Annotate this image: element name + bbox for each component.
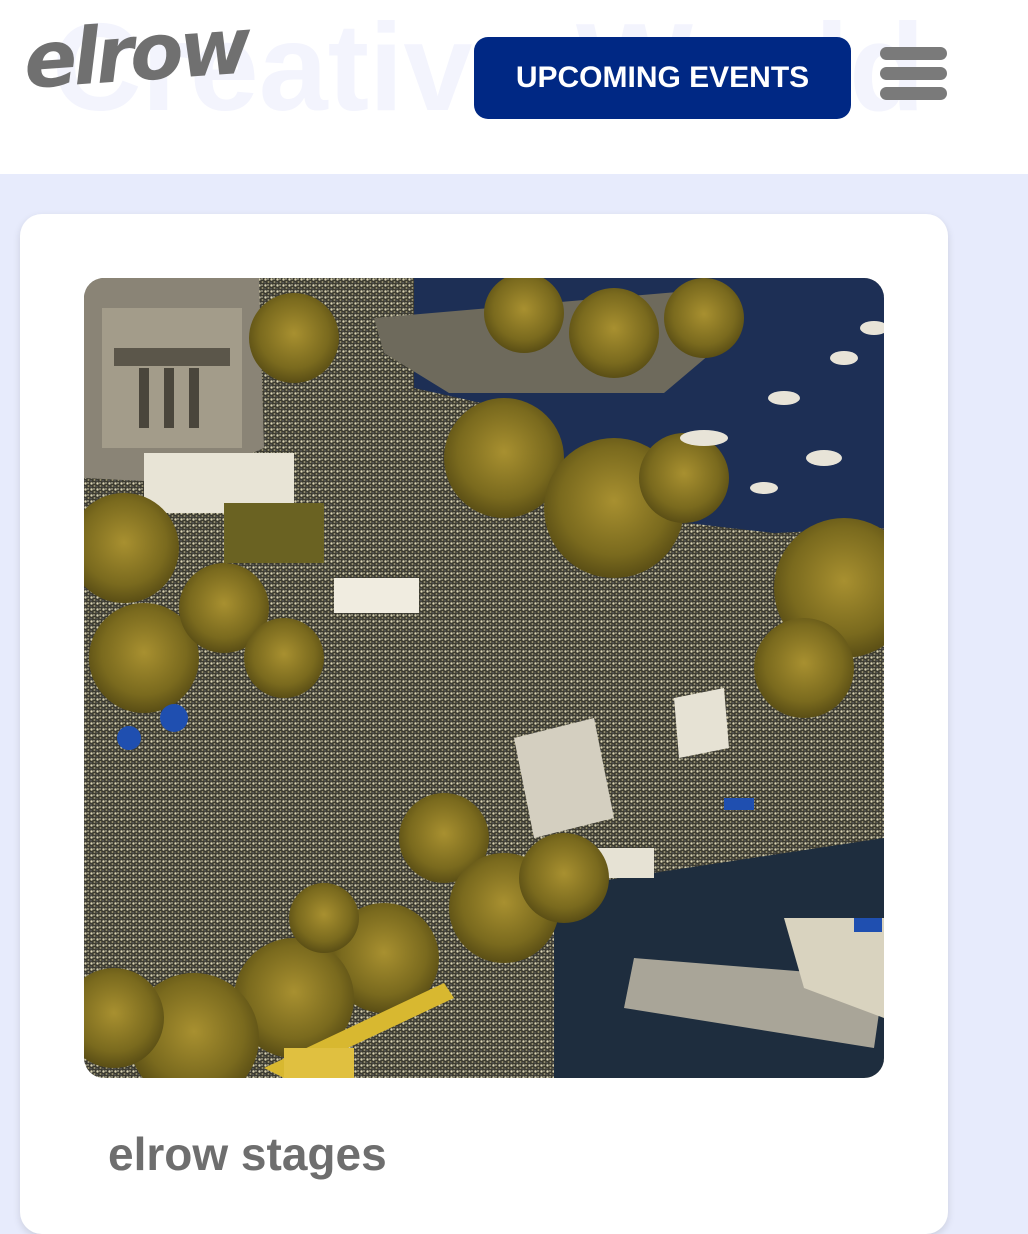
stage-card[interactable]: elrow stages bbox=[20, 214, 948, 1234]
menu-bar bbox=[880, 47, 947, 60]
elrow-logo[interactable]: elrow bbox=[21, 0, 251, 112]
menu-bar bbox=[880, 87, 947, 100]
hamburger-menu-icon[interactable] bbox=[880, 46, 947, 102]
site-header: Our Creative World elrow UPCOMING EVENTS bbox=[0, 0, 1028, 174]
festival-aerial-photo[interactable] bbox=[84, 278, 884, 1078]
menu-bar bbox=[880, 67, 947, 80]
card-title: elrow stages bbox=[108, 1128, 387, 1180]
upcoming-events-button[interactable]: UPCOMING EVENTS bbox=[474, 37, 851, 119]
